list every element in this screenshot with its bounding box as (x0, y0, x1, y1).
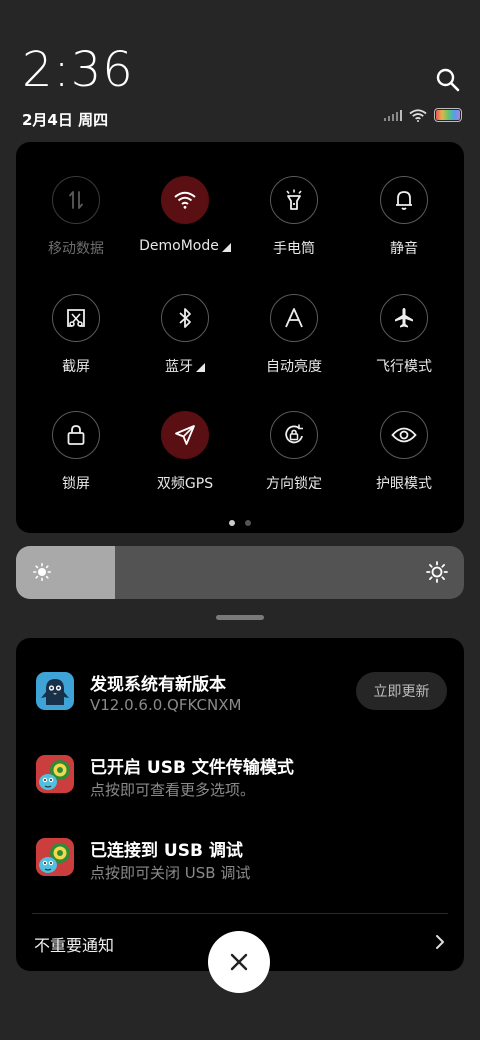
tile-label-text: DemoMode (139, 238, 219, 254)
brightness-slider[interactable] (16, 546, 464, 599)
eye-icon (391, 427, 417, 443)
tile-gps-button[interactable] (161, 411, 209, 459)
mobile-data-icon (69, 191, 83, 209)
clock[interactable]: 2:36 (22, 46, 134, 94)
close-icon (230, 953, 248, 971)
notification-text: 点按即可关闭 USB 调试 (90, 864, 251, 882)
tile-label: 锁屏 (62, 476, 90, 492)
notification-title: 已开启 USB 文件传输模式 (90, 758, 294, 778)
rotation-lock-icon (285, 424, 303, 444)
expand-arrow-icon[interactable] (221, 242, 231, 252)
notification-panel: 发现系统有新版本 V12.0.6.0.QFKCNXM 立即更新 已开启 USB … (16, 638, 464, 971)
notification-text: V12.0.6.0.QFKCNXM (90, 696, 242, 714)
battery-icon (434, 108, 462, 122)
tile-label: 手电筒 (273, 241, 315, 257)
airplane-icon (395, 308, 413, 328)
unimportant-notifications-link[interactable]: 不重要通知 (34, 932, 114, 956)
tile-flashlight[interactable]: 手电筒 (239, 176, 349, 258)
tile-label: 双频GPS (156, 476, 214, 492)
tile-mute[interactable]: 静音 (349, 176, 459, 258)
updater-app-icon (36, 672, 74, 710)
page-dot-2[interactable] (245, 520, 251, 526)
lock-icon (67, 425, 85, 445)
page-indicator (16, 520, 464, 526)
drag-handle[interactable] (216, 615, 264, 620)
tile-gps[interactable]: 双频GPS (130, 411, 240, 493)
tile-auto-brightness-button[interactable] (270, 294, 318, 342)
tile-auto-brightness[interactable]: 自动亮度 (239, 294, 349, 376)
tile-screenshot-button[interactable] (52, 294, 100, 342)
tile-lock-screen-button[interactable] (52, 411, 100, 459)
tile-label: 飞行模式 (376, 359, 432, 375)
signal-icon (384, 109, 402, 121)
flashlight-icon (286, 189, 302, 210)
tile-label: 护眼模式 (376, 476, 432, 492)
tile-label: 静音 (390, 241, 418, 257)
tile-bluetooth[interactable]: 蓝牙 (130, 294, 240, 376)
tile-eye-care-button[interactable] (380, 411, 428, 459)
notification-item[interactable]: 已连接到 USB 调试 点按即可关闭 USB 调试 (36, 838, 448, 882)
wifi-icon (174, 191, 196, 209)
tile-wifi-button[interactable] (161, 176, 209, 224)
gps-icon (175, 425, 195, 445)
chevron-right-icon[interactable] (434, 934, 446, 950)
tile-label: DemoMode (139, 238, 231, 254)
tile-mobile-data-button[interactable] (52, 176, 100, 224)
tile-rotation-lock-button[interactable] (270, 411, 318, 459)
tile-mobile-data[interactable]: 移动数据 (21, 176, 131, 258)
brightness-low-icon (33, 563, 51, 581)
tile-airplane[interactable]: 飞行模式 (349, 294, 459, 376)
wifi-icon (409, 108, 427, 122)
status-icons (384, 108, 462, 122)
android-system-icon (36, 755, 74, 793)
tile-label: 蓝牙 (165, 356, 205, 376)
tile-lock-screen[interactable]: 锁屏 (21, 411, 131, 493)
tile-screenshot[interactable]: 截屏 (21, 294, 131, 376)
page-dot-1[interactable] (229, 520, 235, 526)
update-now-button[interactable]: 立即更新 (356, 672, 447, 710)
tile-flashlight-button[interactable] (270, 176, 318, 224)
auto-brightness-icon (285, 308, 303, 328)
tile-label: 移动数据 (48, 241, 104, 257)
notification-title: 发现系统有新版本 (90, 675, 226, 695)
tile-airplane-button[interactable] (380, 294, 428, 342)
brightness-high-icon (426, 561, 448, 583)
bell-icon (396, 191, 412, 210)
tile-label: 自动亮度 (266, 359, 322, 375)
tile-label-text: 蓝牙 (165, 359, 193, 375)
search-icon[interactable] (434, 66, 462, 94)
date: 2月4日 周四 (22, 111, 109, 129)
android-system-icon (36, 838, 74, 876)
tile-eye-care[interactable]: 护眼模式 (349, 411, 459, 493)
tile-rotation-lock[interactable]: 方向锁定 (239, 411, 349, 493)
screenshot-icon (67, 309, 85, 327)
divider (32, 913, 448, 914)
clear-all-button[interactable] (208, 931, 270, 993)
notification-title: 已连接到 USB 调试 (90, 841, 243, 861)
expand-arrow-icon[interactable] (196, 362, 205, 372)
tile-bluetooth-button[interactable] (161, 294, 209, 342)
tile-label: 方向锁定 (266, 476, 322, 492)
bluetooth-icon (179, 308, 191, 328)
notification-item[interactable]: 已开启 USB 文件传输模式 点按即可查看更多选项。 (36, 755, 448, 799)
notification-text: 点按即可查看更多选项。 (90, 781, 256, 799)
quick-settings-panel: 移动数据 DemoMode 手电筒 静音 截屏 蓝牙 自动亮度 飞行模式 锁屏 … (16, 142, 464, 533)
brightness-fill[interactable] (16, 546, 115, 599)
tile-label: 截屏 (62, 359, 90, 375)
tile-mute-button[interactable] (380, 176, 428, 224)
tile-wifi[interactable]: DemoMode (130, 176, 240, 254)
